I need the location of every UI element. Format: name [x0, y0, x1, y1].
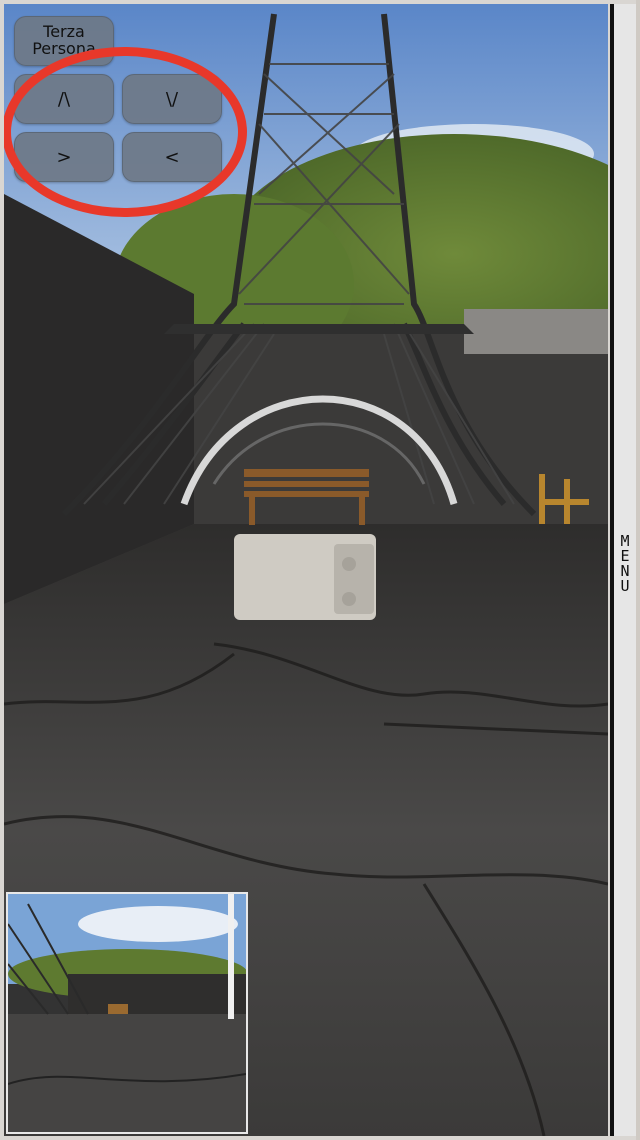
turn-left-button[interactable]: <: [122, 132, 222, 182]
minimap-view: [6, 892, 248, 1134]
right-arrow-icon: >: [56, 146, 72, 168]
down-arrow-icon: \/: [165, 88, 179, 110]
move-forward-button[interactable]: /\: [14, 74, 114, 124]
right-edge-border: [636, 0, 640, 1140]
up-arrow-icon: /\: [57, 88, 71, 110]
move-back-button[interactable]: \/: [122, 74, 222, 124]
menu-label[interactable]: M E N U: [614, 534, 636, 594]
side-menu-bar[interactable]: M E N U: [610, 4, 636, 1136]
turn-right-button[interactable]: >: [14, 132, 114, 182]
left-arrow-icon: <: [164, 146, 180, 168]
camera-mode-label: Terza Persona: [32, 22, 96, 58]
minimap-scene: [8, 894, 246, 1132]
camera-mode-button[interactable]: Terza Persona: [14, 16, 114, 66]
